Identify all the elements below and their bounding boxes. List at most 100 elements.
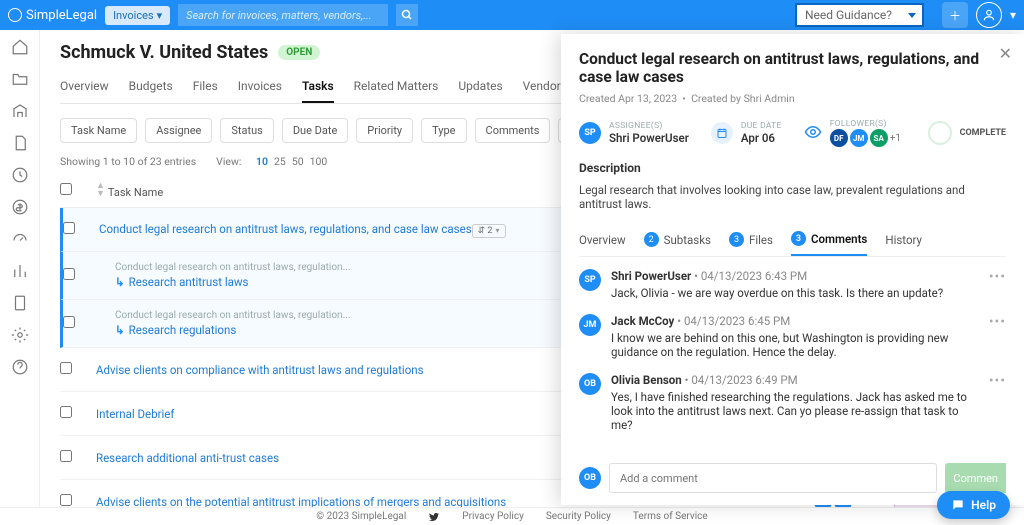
close-icon[interactable]: ✕ <box>999 44 1012 63</box>
panel-tab-overview[interactable]: Overview <box>579 227 626 255</box>
sort-icon[interactable]: ▲▼ <box>96 182 105 198</box>
tab-invoices[interactable]: Invoices <box>238 73 282 103</box>
filter-due-date[interactable]: Due Date <box>282 118 348 143</box>
footer: © 2023 SimpleLegal Privacy Policy Securi… <box>0 507 1024 525</box>
brand-icon <box>8 8 22 22</box>
twitter-icon[interactable] <box>428 511 440 523</box>
footer-link[interactable]: Security Policy <box>546 511 611 522</box>
row-checkbox[interactable] <box>63 316 75 328</box>
gauge-icon[interactable] <box>11 230 29 248</box>
row-checkbox[interactable] <box>63 222 75 234</box>
followers-group[interactable]: FOLLOWER(S) DF JM SA +1 <box>804 119 901 147</box>
current-user-avatar: OB <box>579 467 601 489</box>
due-group[interactable]: DUE DATE Apr 06 <box>711 121 782 145</box>
view-opt-10[interactable]: 10 <box>256 155 268 168</box>
comment-menu-icon[interactable]: ••• <box>989 373 1006 432</box>
filter-type[interactable]: Type <box>421 118 466 143</box>
tab-count-badge: 2 <box>644 232 659 247</box>
panel-tab-files[interactable]: 3Files <box>729 226 773 255</box>
tab-files[interactable]: Files <box>193 73 218 103</box>
add-button[interactable]: ＋ <box>942 2 968 28</box>
complete-group[interactable]: COMPLETE <box>928 121 1006 145</box>
help-bubble[interactable]: Help <box>937 491 1010 519</box>
panel-tab-label: Files <box>749 233 773 247</box>
follower-avatar: JM <box>850 129 868 147</box>
follower-avatar: DF <box>830 129 848 147</box>
view-opt-25[interactable]: 25 <box>274 155 286 168</box>
comment-avatar: OB <box>579 373 601 395</box>
panel-tab-subtasks[interactable]: 2Subtasks <box>644 226 711 255</box>
assignee-avatar: SP <box>579 122 601 144</box>
tab-tasks[interactable]: Tasks <box>302 73 334 103</box>
filter-comments[interactable]: Comments <box>475 118 551 143</box>
task-link[interactable]: Research additional anti-trust cases <box>96 451 279 465</box>
comment-submit-button[interactable]: Commen <box>945 463 1006 493</box>
filter-status[interactable]: Status <box>220 118 273 143</box>
follower-avatar: SA <box>870 129 888 147</box>
tab-updates[interactable]: Updates <box>458 73 502 103</box>
panel-tab-history[interactable]: History <box>885 227 922 255</box>
folder-icon[interactable] <box>11 70 29 88</box>
brand[interactable]: SimpleLegal <box>8 8 97 23</box>
comment: SPShri PowerUser • 04/13/2023 6:43 PMJac… <box>579 269 1006 300</box>
task-link[interactable]: Conduct legal research on antitrust laws… <box>99 222 472 236</box>
comment-menu-icon[interactable]: ••• <box>989 314 1006 359</box>
comment-timestamp: • 04/13/2023 6:43 PM <box>694 269 807 283</box>
user-avatar[interactable] <box>976 2 1002 28</box>
reports-icon[interactable] <box>11 262 29 280</box>
comment-input[interactable] <box>609 463 937 493</box>
tablet-icon[interactable] <box>11 294 29 312</box>
home-icon[interactable] <box>11 38 29 56</box>
row-checkbox[interactable] <box>60 450 72 462</box>
gear-icon[interactable] <box>11 326 29 344</box>
vendors-icon[interactable] <box>11 102 29 120</box>
subtask-arrow-icon: ↳ <box>115 323 125 337</box>
filter-priority[interactable]: Priority <box>356 118 413 143</box>
task-link[interactable]: Research regulations <box>129 323 237 337</box>
panel-tab-label: Comments <box>811 232 867 246</box>
subtask-count-chip[interactable]: ⇵ 2 <box>472 224 506 238</box>
footer-link[interactable]: Terms of Service <box>633 511 708 522</box>
status-badge: OPEN <box>278 45 320 60</box>
view-opt-100[interactable]: 100 <box>310 155 328 168</box>
user-icon <box>982 8 996 22</box>
comment-menu-icon[interactable]: ••• <box>989 269 1006 300</box>
followers-label: FOLLOWER(S) <box>830 119 901 129</box>
task-link[interactable]: Internal Debrief <box>96 407 174 421</box>
panel-tabs: Overview 2Subtasks 3Files 3Comments History <box>579 225 1006 257</box>
task-link[interactable]: Advise clients on compliance with antitr… <box>96 363 424 377</box>
row-checkbox[interactable] <box>60 406 72 418</box>
tab-budgets[interactable]: Budgets <box>129 73 173 103</box>
select-all-checkbox[interactable] <box>60 183 72 195</box>
comment-text: Jack, Olivia - we are way overdue on thi… <box>611 286 979 300</box>
tab-related-matters[interactable]: Related Matters <box>354 73 439 103</box>
view-opt-50[interactable]: 50 <box>292 155 304 168</box>
comment-avatar: JM <box>579 314 601 336</box>
assignee-group[interactable]: SP ASSIGNEE(S) Shri PowerUser <box>579 121 689 145</box>
comment: JMJack McCoy • 04/13/2023 6:45 PMI know … <box>579 314 1006 359</box>
document-icon[interactable] <box>11 134 29 152</box>
row-checkbox[interactable] <box>60 362 72 374</box>
footer-link[interactable]: Privacy Policy <box>462 511 524 522</box>
row-checkbox[interactable] <box>60 494 72 506</box>
footer-copyright: © 2023 SimpleLegal <box>316 511 406 522</box>
panel-tab-comments[interactable]: 3Comments <box>791 225 867 256</box>
task-link[interactable]: Advise clients on the potential antitrus… <box>96 495 506 508</box>
row-checkbox[interactable] <box>63 268 75 280</box>
clock-icon[interactable] <box>11 166 29 184</box>
user-menu-caret[interactable]: ▾ <box>1010 8 1016 22</box>
assignee-label: ASSIGNEE(S) <box>609 121 689 131</box>
money-icon[interactable] <box>11 198 29 216</box>
search-scope-dropdown[interactable]: Invoices ▾ <box>105 6 170 25</box>
help-icon[interactable] <box>11 358 29 376</box>
tab-overview[interactable]: Overview <box>60 73 109 103</box>
task-link[interactable]: Research antitrust laws <box>129 275 249 289</box>
page-title: Schmuck V. United States <box>60 42 268 63</box>
search-button[interactable] <box>396 4 418 26</box>
search-input[interactable] <box>178 4 388 26</box>
filter-assignee[interactable]: Assignee <box>145 118 212 143</box>
filter-task-name[interactable]: Task Name <box>60 118 137 143</box>
due-date: Apr 06 <box>741 131 782 145</box>
col-name[interactable]: Task Name <box>108 186 163 199</box>
guidance-dropdown[interactable]: Need Guidance? <box>795 3 924 27</box>
